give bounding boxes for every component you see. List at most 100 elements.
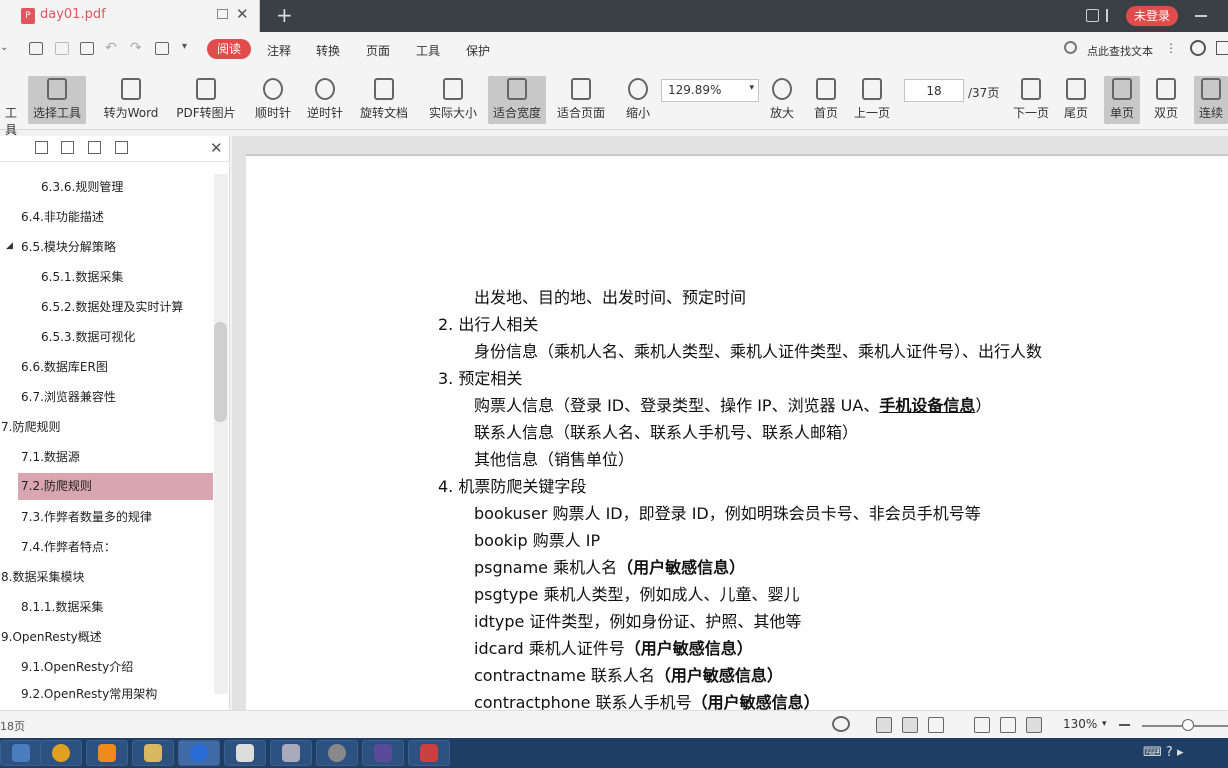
toc-item[interactable]: 6.6.数据库ER图	[21, 354, 211, 381]
close-icon[interactable]: ✕	[210, 139, 223, 157]
last-page-button[interactable]: 尾页	[1060, 76, 1092, 124]
system-tray[interactable]: ⌨ ? ▸	[1143, 745, 1213, 761]
menu-annotate[interactable]: 注释	[267, 42, 291, 59]
select-tool-button[interactable]: 选择工具	[28, 76, 86, 124]
double-page-button[interactable]: 双页	[1146, 76, 1186, 124]
toc-item[interactable]: 6.5.2.数据处理及实时计算	[41, 294, 211, 321]
continuous-button[interactable]: 连续	[1194, 76, 1228, 124]
save-icon[interactable]	[55, 42, 69, 55]
pdf-to-image-button[interactable]: PDF转图片	[174, 76, 238, 124]
taskbar-typora[interactable]	[224, 740, 266, 766]
collapse-all-icon[interactable]	[61, 141, 74, 154]
fit-width-button[interactable]: 适合宽度	[488, 76, 546, 124]
pdf-page[interactable]: 出发地、目的地、出发时间、预定时间 2. 出行人相关 身份信息（乘机人名、乘机人…	[246, 154, 1228, 712]
menu-convert[interactable]: 转换	[316, 42, 340, 59]
toc-item[interactable]: 6.3.6.规则管理	[41, 174, 211, 201]
rotate-counterclockwise-button[interactable]: 逆时针	[304, 76, 346, 124]
actual-size-small-icon[interactable]	[974, 717, 990, 733]
page-number-input[interactable]: 18	[904, 79, 964, 102]
gear-icon[interactable]	[1190, 40, 1206, 56]
fit-page-small-icon[interactable]	[1000, 717, 1016, 733]
toc-item[interactable]: 6.5.模块分解策略	[21, 234, 211, 261]
toc-item-selected[interactable]: 7.2.防爬规则	[18, 473, 213, 500]
taskbar-3d-app[interactable]	[270, 740, 312, 766]
chevron-down-icon[interactable]: ⌄	[0, 42, 8, 53]
previous-page-button[interactable]: 上一页	[852, 76, 892, 124]
tray-arrow-icon[interactable]: ▸	[1177, 745, 1184, 760]
tool-button[interactable]: 工具	[0, 76, 22, 137]
toc-item[interactable]: 7.3.作弊者数量多的规律	[21, 504, 211, 531]
zoom-slider-knob[interactable]	[1182, 719, 1194, 731]
sidebar-scroll-thumb[interactable]	[214, 322, 227, 422]
toc-item[interactable]: 8.1.1.数据采集	[21, 594, 211, 621]
more-dropdown-icon[interactable]: ▾	[182, 41, 187, 52]
start-button[interactable]	[0, 740, 42, 766]
next-page-button[interactable]: 下一页	[1010, 76, 1052, 124]
double-view-icon[interactable]	[928, 717, 944, 733]
toc-item[interactable]: 6.5.3.数据可视化	[41, 324, 211, 351]
taskbar-explorer[interactable]	[132, 740, 174, 766]
fit-page-button[interactable]: 适合页面	[554, 76, 608, 124]
menu-protect[interactable]: 保护	[466, 42, 490, 59]
bookmark-icon[interactable]	[115, 141, 128, 154]
first-page-button[interactable]: 首页	[810, 76, 842, 124]
toc-item[interactable]: 7.1.数据源	[21, 444, 211, 471]
taskbar-wps[interactable]	[178, 740, 220, 766]
undo-icon[interactable]: ↶	[105, 40, 117, 56]
taskbar-eclipse[interactable]	[362, 740, 404, 766]
window-mode-icon[interactable]	[1216, 41, 1228, 55]
document-tab[interactable]: P day01.pdf ✕	[0, 0, 260, 32]
taskbar-vlc[interactable]	[86, 740, 128, 766]
toc-item[interactable]: 6.5.1.数据采集	[41, 264, 211, 291]
fit-width-small-icon[interactable]	[1026, 717, 1042, 733]
tab-close-icon[interactable]: ✕	[236, 5, 249, 23]
zoom-in-button[interactable]: 放大	[766, 76, 798, 124]
sidebar-scrollbar[interactable]	[214, 174, 228, 694]
actual-size-button[interactable]: 实际大小	[426, 76, 480, 124]
redo-icon[interactable]: ↷	[130, 40, 142, 56]
menu-page[interactable]: 页面	[366, 42, 390, 59]
toc-item[interactable]: 9.2.OpenResty常用架构	[21, 684, 211, 710]
toc-item[interactable]: 9.OpenResty概述	[1, 624, 211, 651]
minimize-icon[interactable]	[1195, 15, 1207, 17]
new-tab-button[interactable]: +	[276, 3, 293, 27]
rotate-clockwise-button[interactable]: 顺时针	[252, 76, 294, 124]
open-folder-icon[interactable]	[29, 42, 43, 55]
toc-item[interactable]: 6.7.浏览器兼容性	[21, 384, 211, 411]
expand-all-icon[interactable]	[35, 141, 48, 154]
toc-item[interactable]: 6.4.非功能描述	[21, 204, 211, 231]
find-text-button[interactable]: 点此查找文本	[1087, 43, 1153, 59]
add-bookmark-icon[interactable]	[88, 141, 101, 154]
menu-read[interactable]: 阅读	[207, 39, 251, 59]
taskbar-chrome[interactable]	[40, 740, 82, 766]
zoom-level[interactable]: 130%	[1063, 717, 1097, 731]
zoom-out-button[interactable]: 缩小	[622, 76, 654, 124]
rotate-document-button[interactable]: 旋转文档	[356, 76, 412, 124]
single-page-button[interactable]: 单页	[1104, 76, 1140, 124]
minus-icon[interactable]	[1119, 724, 1130, 726]
to-word-button[interactable]: 转为Word	[100, 76, 162, 124]
tab-restore-icon[interactable]	[217, 9, 228, 19]
zoom-select[interactable]: 129.89% ▾	[661, 79, 759, 102]
chevron-down-icon[interactable]: ▾	[1102, 719, 1107, 729]
menu-tools[interactable]: 工具	[416, 42, 440, 59]
print-icon[interactable]	[80, 42, 94, 55]
export-icon[interactable]	[155, 42, 169, 55]
side-panel-icon[interactable]	[1106, 9, 1109, 22]
window-layout-icon[interactable]	[1086, 9, 1099, 22]
taskbar-settings[interactable]	[316, 740, 358, 766]
help-icon[interactable]: ?	[1166, 745, 1173, 760]
toc-item[interactable]: 7.4.作弊者特点：	[21, 534, 211, 561]
keyboard-icon[interactable]: ⌨	[1143, 745, 1162, 760]
collapse-triangle-icon[interactable]: ◢	[6, 241, 13, 251]
toc-item[interactable]: 7.防爬规则	[1, 414, 211, 441]
continuous-view-icon[interactable]	[876, 717, 892, 733]
taskbar-xmind[interactable]	[408, 740, 450, 766]
more-vertical-icon[interactable]: ⋮	[1165, 41, 1177, 55]
search-icon[interactable]	[1064, 41, 1077, 54]
eye-icon[interactable]	[832, 716, 850, 732]
login-button[interactable]: 未登录	[1126, 6, 1178, 26]
single-view-icon[interactable]	[902, 717, 918, 733]
toc-item[interactable]: 9.1.OpenResty介绍	[21, 654, 211, 681]
toc-item[interactable]: 8.数据采集模块	[1, 564, 211, 591]
